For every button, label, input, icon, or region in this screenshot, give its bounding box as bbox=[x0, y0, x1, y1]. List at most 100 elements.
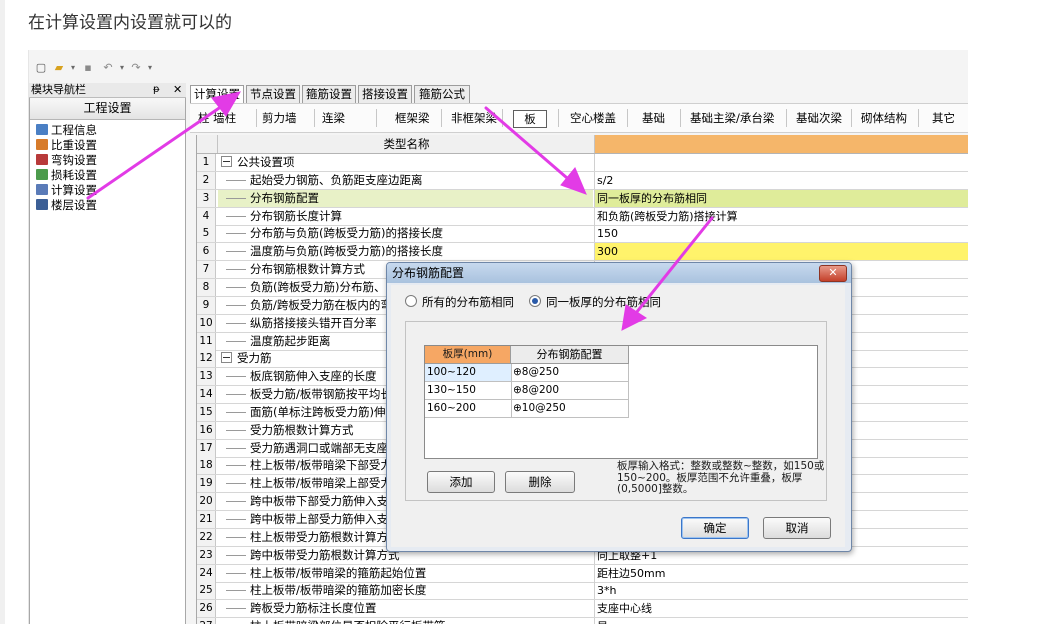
nav-item-project-info[interactable]: 工程信息 bbox=[36, 123, 97, 138]
table-row[interactable]: 26 跨板受力筋标注长度位置 支座中心线 bbox=[197, 600, 968, 619]
row-number: 27 bbox=[197, 618, 216, 624]
ok-button[interactable]: 确定 bbox=[681, 517, 749, 539]
tab-lap-settings[interactable]: 搭接设置 bbox=[358, 85, 412, 103]
toolbar-frame-beam[interactable]: 框架梁 bbox=[395, 110, 430, 126]
collapse-icon[interactable] bbox=[221, 352, 232, 364]
open-folder-icon[interactable]: ▰ bbox=[52, 62, 66, 74]
nav-item-loss[interactable]: 损耗设置 bbox=[36, 168, 97, 183]
dialog-title: 分布钢筋配置 bbox=[392, 266, 465, 280]
toolbar-masonry[interactable]: 砌体结构 bbox=[861, 110, 907, 126]
config-cell[interactable]: ⊕10@250 bbox=[511, 400, 629, 418]
dropdown-icon[interactable]: ▾ bbox=[66, 62, 80, 74]
row-number: 9 bbox=[197, 296, 216, 314]
redo-icon[interactable]: ↷ bbox=[129, 62, 143, 74]
close-icon[interactable]: ✕ bbox=[173, 83, 182, 97]
row-number: 11 bbox=[197, 332, 216, 350]
tab-node-settings[interactable]: 节点设置 bbox=[246, 85, 300, 103]
row-number: 8 bbox=[197, 278, 216, 296]
radio-circle[interactable] bbox=[405, 295, 417, 307]
table-row[interactable]: 24 柱上板带/板带暗梁的箍筋起始位置 距柱边50mm bbox=[197, 564, 968, 583]
setting-value[interactable] bbox=[594, 154, 968, 171]
setting-value[interactable]: 是 bbox=[594, 618, 968, 624]
row-number: 21 bbox=[197, 511, 216, 528]
table-row[interactable]: 1 公共设置项 bbox=[197, 154, 968, 172]
table-row[interactable]: 25 柱上板带/板带暗梁的箍筋加密长度 3*h bbox=[197, 582, 968, 601]
nav-item-floor[interactable]: 楼层设置 bbox=[36, 198, 97, 213]
post-caption: 在计算设置内设置就可以的 bbox=[28, 13, 232, 33]
table-row[interactable]: 100~120 ⊕8@250 bbox=[425, 364, 629, 382]
table-row[interactable]: 160~200 ⊕10@250 bbox=[425, 400, 629, 418]
tab-stirrup-formula[interactable]: 箍筋公式 bbox=[414, 85, 470, 103]
setting-value[interactable]: 和负筋(跨板受力筋)搭接计算 bbox=[594, 207, 968, 225]
tree-line bbox=[226, 608, 246, 610]
module-nav-label: 模块导航栏 bbox=[31, 83, 86, 96]
row-number: 3 bbox=[197, 189, 216, 207]
cancel-button[interactable]: 取消 bbox=[763, 517, 831, 539]
setting-value[interactable]: 支座中心线 bbox=[594, 600, 968, 618]
toolbar-separator bbox=[441, 109, 442, 127]
tab-calc-settings[interactable]: 计算设置 bbox=[190, 85, 244, 104]
row-number: 1 bbox=[197, 154, 216, 171]
grid-header-name: 类型名称 bbox=[217, 135, 595, 153]
radio-circle-selected[interactable] bbox=[529, 295, 541, 307]
thickness-config-table: 板厚(mm) 分布钢筋配置 100~120 ⊕8@250 130~150 ⊕8@… bbox=[424, 345, 818, 459]
toolbar-slab[interactable]: 板 bbox=[513, 110, 547, 128]
radio-same-thickness[interactable]: 同一板厚的分布筋相同 bbox=[529, 295, 661, 309]
hook-icon bbox=[36, 154, 48, 165]
toolbar-shear-wall[interactable]: 剪力墙 bbox=[262, 110, 297, 126]
toolbar-other[interactable]: 其它 bbox=[932, 110, 955, 126]
toolbar-foundation-secondary-beam[interactable]: 基础次梁 bbox=[796, 110, 842, 126]
table-row[interactable]: 6 温度筋与负筋(跨板受力筋)的搭接长度 300 bbox=[197, 243, 968, 262]
new-file-icon[interactable]: ▢ bbox=[34, 62, 48, 74]
delete-button[interactable]: 删除 bbox=[505, 471, 575, 493]
thickness-cell[interactable]: 130~150 bbox=[425, 382, 512, 400]
thickness-cell[interactable]: 100~120 bbox=[425, 364, 512, 382]
dropdown-icon[interactable]: ▾ bbox=[115, 62, 129, 74]
loss-icon bbox=[36, 169, 48, 180]
table-row[interactable]: 5 分布筋与负筋(跨板受力筋)的搭接长度 150 bbox=[197, 225, 968, 244]
nav-item-weight[interactable]: 比重设置 bbox=[36, 138, 97, 153]
toolbar-nonframe-beam[interactable]: 非框架梁 bbox=[451, 110, 497, 126]
dropdown-icon[interactable]: ▾ bbox=[143, 62, 157, 74]
info-icon bbox=[36, 124, 48, 135]
nav-item-hook[interactable]: 弯钩设置 bbox=[36, 153, 97, 168]
table-row[interactable]: 27柱上板带暗梁部位是否扣除平行板带筋是 bbox=[197, 618, 968, 624]
toolbar-separator bbox=[680, 109, 681, 127]
toolbar-separator bbox=[786, 109, 787, 127]
undo-icon[interactable]: ↶ bbox=[101, 62, 115, 74]
config-cell[interactable]: ⊕8@250 bbox=[511, 364, 629, 382]
tree-line bbox=[226, 590, 246, 592]
add-button[interactable]: 添加 bbox=[427, 471, 495, 493]
setting-value[interactable]: 300 bbox=[594, 243, 968, 261]
row-number: 19 bbox=[197, 475, 216, 493]
pin-icon[interactable]: ᵽ bbox=[153, 83, 160, 97]
table-row[interactable]: 3 分布钢筋配置 同一板厚的分布筋相同 bbox=[197, 189, 968, 208]
collapse-icon[interactable] bbox=[221, 156, 232, 167]
toolbar-coupling-beam[interactable]: 连梁 bbox=[322, 110, 345, 126]
setting-value[interactable]: s/2 bbox=[594, 171, 968, 189]
setting-value[interactable]: 同一板厚的分布筋相同 bbox=[594, 189, 968, 207]
row-number: 2 bbox=[197, 171, 216, 189]
toolbar-foundation[interactable]: 基础 bbox=[642, 110, 665, 126]
tab-stirrup-settings[interactable]: 箍筋设置 bbox=[302, 85, 356, 103]
nav-panel-title: 工程设置 bbox=[30, 98, 185, 120]
setting-name: 柱上板带/板带暗梁的箍筋加密长度 bbox=[218, 582, 593, 599]
save-icon[interactable]: ▪ bbox=[81, 62, 95, 74]
config-cell[interactable]: ⊕8@200 bbox=[511, 382, 629, 400]
table-row[interactable]: 130~150 ⊕8@200 bbox=[425, 382, 629, 400]
toolbar-hollow-floor[interactable]: 空心楼盖 bbox=[570, 110, 616, 126]
setting-value[interactable]: 距柱边50mm bbox=[594, 564, 968, 582]
table-row[interactable]: 2 起始受力钢筋、负筋距支座边距离 s/2 bbox=[197, 171, 968, 190]
row-number: 17 bbox=[197, 439, 216, 457]
toolbar-foundation-main-beam[interactable]: 基础主梁/承台梁 bbox=[690, 110, 774, 126]
table-row[interactable]: 4 分布钢筋长度计算 和负筋(跨板受力筋)搭接计算 bbox=[197, 207, 968, 226]
setting-value[interactable]: 150 bbox=[594, 225, 968, 243]
toolbar-wall-column[interactable]: 柱 墙柱 bbox=[198, 110, 236, 126]
close-icon[interactable]: ✕ bbox=[819, 265, 847, 282]
nav-item-calc[interactable]: 计算设置 bbox=[36, 183, 97, 198]
setting-value[interactable]: 3*h bbox=[594, 582, 968, 600]
tree-line bbox=[226, 197, 246, 199]
thickness-cell[interactable]: 160~200 bbox=[425, 400, 512, 418]
setting-name: 柱上板带/板带暗梁的箍筋起始位置 bbox=[218, 565, 593, 582]
radio-all-same[interactable]: 所有的分布筋相同 bbox=[405, 295, 514, 309]
